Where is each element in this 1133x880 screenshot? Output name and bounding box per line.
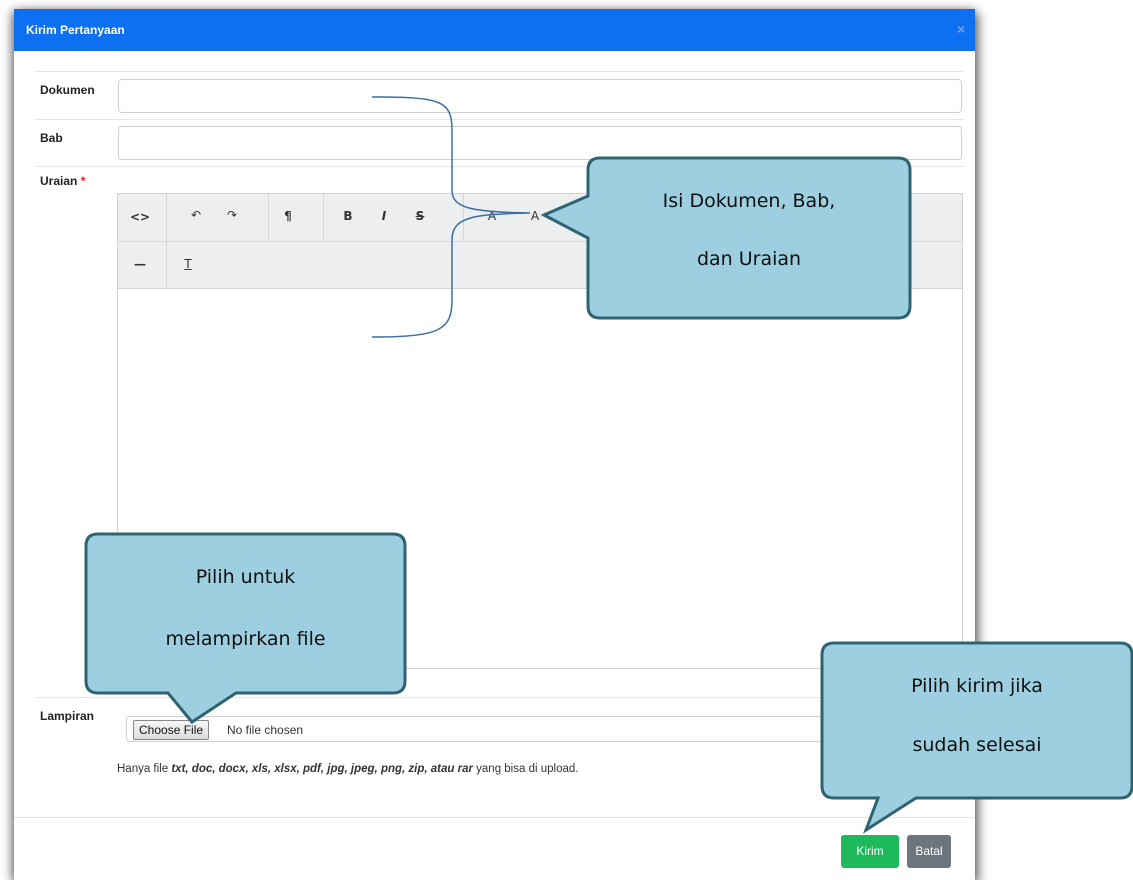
callout-top-line1: Isi Dokumen, Bab, — [662, 190, 836, 212]
callout-left-line2: melampirkan file — [165, 628, 326, 650]
callout-top — [540, 156, 912, 320]
bracket-connector — [371, 96, 531, 338]
callout-right-line2: sudah selesai — [912, 734, 1042, 756]
callout-right-line1: Pilih kirim jika — [911, 675, 1043, 697]
callout-left-line1: Pilih untuk — [195, 566, 296, 588]
callout-top-line2: dan Uraian — [696, 248, 802, 270]
